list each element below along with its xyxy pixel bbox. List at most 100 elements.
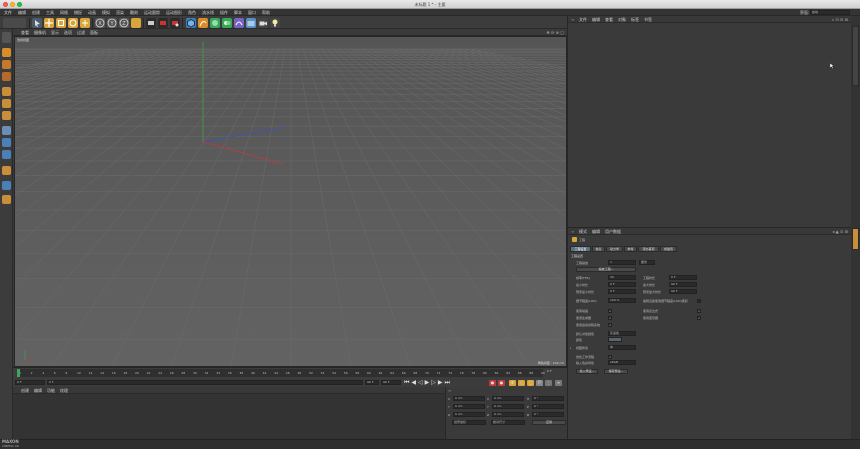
max-time-field[interactable]: 90 F <box>669 282 697 287</box>
timeline-ruler[interactable]: 0246810121416182022242628303234363840424… <box>17 369 545 377</box>
use-deformers-checkbox[interactable]: ✓ <box>697 316 701 320</box>
object-search-icons[interactable]: ⌕ ⊡ ⊟ ⊞ <box>832 17 848 22</box>
timeline-layout-icon[interactable]: ≡ <box>555 380 562 386</box>
coord-value-field[interactable]: 0 cm <box>453 396 485 401</box>
make-editable-icon[interactable] <box>2 32 11 43</box>
tab-4[interactable]: 待办事项 <box>638 246 659 252</box>
move-tool-icon[interactable] <box>44 18 54 28</box>
fps-field[interactable]: 30 <box>608 275 636 280</box>
attribute-menu-item-1[interactable]: 编辑 <box>592 229 600 235</box>
coord-value-field[interactable]: 0 cm <box>453 404 485 409</box>
coordinates-menu-icon[interactable]: ≡ <box>448 388 451 393</box>
render-lod-checkbox[interactable] <box>697 299 701 303</box>
attribute-panel-menu-icon[interactable]: ≡ <box>571 229 574 234</box>
enable-axis-icon[interactable] <box>2 126 11 135</box>
use-motion-checkbox[interactable]: ✓ <box>608 323 612 327</box>
workplane-mode-icon[interactable] <box>2 72 11 81</box>
tab-2[interactable]: 动力学 <box>606 246 623 252</box>
lod-field[interactable]: 100 % <box>608 298 636 303</box>
scale-unit-select[interactable]: 厘米 <box>639 260 655 265</box>
object-menu-item-2[interactable]: 查看 <box>605 17 613 23</box>
coord-value-field[interactable]: 0 cm <box>453 412 485 417</box>
attribute-menu-item-0[interactable]: 模式 <box>579 229 587 235</box>
start-frame-field[interactable]: 0 F <box>15 380 45 385</box>
z-axis-lock-icon[interactable]: Z <box>119 18 129 28</box>
key-move-icon[interactable]: ✥ <box>509 380 516 386</box>
live-selection-icon[interactable] <box>32 18 42 28</box>
tab-3[interactable]: 参考 <box>624 246 637 252</box>
scale-project-button[interactable]: 缩放工程... <box>576 267 636 272</box>
current-frame-field[interactable]: 0 F <box>47 380 363 385</box>
model-mode-icon[interactable] <box>2 48 11 57</box>
floor-scene-icon[interactable] <box>246 18 256 28</box>
object-menu-item-0[interactable]: 文件 <box>579 17 587 23</box>
input-color-select[interactable]: sRGB <box>608 360 636 365</box>
object-menu-item-5[interactable]: 书签 <box>644 17 652 23</box>
tab-0[interactable]: 工程设置 <box>570 246 591 252</box>
preview-min-field[interactable]: 0 F <box>608 289 636 294</box>
scale-tool-icon[interactable] <box>56 18 66 28</box>
save-preset-button[interactable]: 保存预设... <box>604 369 628 374</box>
key-scale-icon[interactable]: □ <box>527 380 534 386</box>
coord-value-field[interactable]: 0 ° <box>532 412 564 417</box>
object-menu-item-1[interactable]: 编辑 <box>592 17 600 23</box>
render-view-icon[interactable] <box>146 18 156 28</box>
coord-value-field[interactable]: 0 cm <box>492 412 524 417</box>
edges-mode-icon[interactable] <box>2 99 11 108</box>
recent-tool-icon[interactable] <box>80 18 90 28</box>
coord-value-field[interactable]: 0 cm <box>492 396 524 401</box>
object-menu-item-4[interactable]: 标签 <box>631 17 639 23</box>
min-time-field[interactable]: 0 F <box>608 282 636 287</box>
end-frame-field-a[interactable]: 90 F <box>365 380 379 385</box>
end-frame-field-b[interactable]: 90 F <box>381 380 401 385</box>
coordinate-system-icon[interactable] <box>131 18 141 28</box>
coord-value-field[interactable]: 0 cm <box>492 404 524 409</box>
object-menu-item-3[interactable]: 对象 <box>618 17 626 23</box>
color-swatch[interactable] <box>608 337 622 342</box>
perspective-viewport[interactable]: 透视视图 网格间距 : 100 cm <box>14 36 567 367</box>
render-settings-icon[interactable] <box>170 18 180 28</box>
preview-max-field[interactable]: 90 F <box>669 289 697 294</box>
key-param-icon[interactable]: P <box>536 380 543 386</box>
object-panel-menu-icon[interactable]: ≡ <box>571 17 574 22</box>
snap-icon[interactable] <box>2 150 11 159</box>
key-rotate-icon[interactable]: ○ <box>518 380 525 386</box>
linear-workflow-checkbox[interactable]: ✓ <box>608 355 612 359</box>
attributes-side-tab[interactable] <box>852 228 859 250</box>
attribute-menu-item-2[interactable]: 用户数据 <box>605 229 621 235</box>
light-icon[interactable] <box>270 18 280 28</box>
layout-select[interactable]: 启动 <box>810 10 850 15</box>
tweak-mode-icon[interactable] <box>2 138 11 147</box>
project-time-field[interactable]: 0 F <box>669 275 697 280</box>
playback-controls[interactable]: ⏮◀◁▶▷▶⏭ <box>404 379 452 387</box>
planar-workplane-icon[interactable] <box>2 195 11 204</box>
cube-primitive-icon[interactable] <box>186 18 196 28</box>
deformer-icon[interactable] <box>234 18 244 28</box>
attribute-nav-icons[interactable]: ◂ ▲ ⊡ ⊞ <box>832 229 848 234</box>
record-key-icon[interactable]: ● <box>489 380 496 386</box>
pen-spline-icon[interactable] <box>198 18 208 28</box>
tab-5[interactable]: 帧插值 <box>660 246 677 252</box>
auto-key-icon[interactable]: ● <box>498 380 505 386</box>
default-color-select[interactable]: 灰蓝色 <box>608 331 636 336</box>
view-clip-expand-icon[interactable]: ▸ <box>570 346 572 350</box>
workplane-icon[interactable] <box>2 166 11 175</box>
undo-redo-group[interactable] <box>3 18 26 28</box>
camera-icon[interactable] <box>258 18 268 28</box>
locked-workplane-icon[interactable] <box>2 181 11 190</box>
use-expression-checkbox[interactable]: ✓ <box>697 309 701 313</box>
scale-value-field[interactable]: 1 <box>608 260 636 265</box>
coordinate-mode-select[interactable]: 世界坐标 <box>452 420 486 425</box>
viewport-nav-icons[interactable]: ✥ ⟳ ⊕ ▢ <box>546 30 564 35</box>
view-clip-select[interactable]: 中 <box>608 345 636 350</box>
playhead[interactable] <box>17 369 20 377</box>
texture-mode-icon[interactable] <box>2 60 11 69</box>
points-mode-icon[interactable] <box>2 87 11 96</box>
tab-1[interactable]: 信息 <box>592 246 605 252</box>
material-area[interactable] <box>13 394 445 439</box>
size-mode-select[interactable]: 绝对尺寸 <box>491 420 525 425</box>
key-pla-icon[interactable]: ⋮ <box>545 380 552 386</box>
coord-value-field[interactable]: 0 ° <box>532 396 564 401</box>
use-animation-checkbox[interactable]: ✓ <box>608 309 612 313</box>
apply-button[interactable]: 应用 <box>532 420 566 425</box>
